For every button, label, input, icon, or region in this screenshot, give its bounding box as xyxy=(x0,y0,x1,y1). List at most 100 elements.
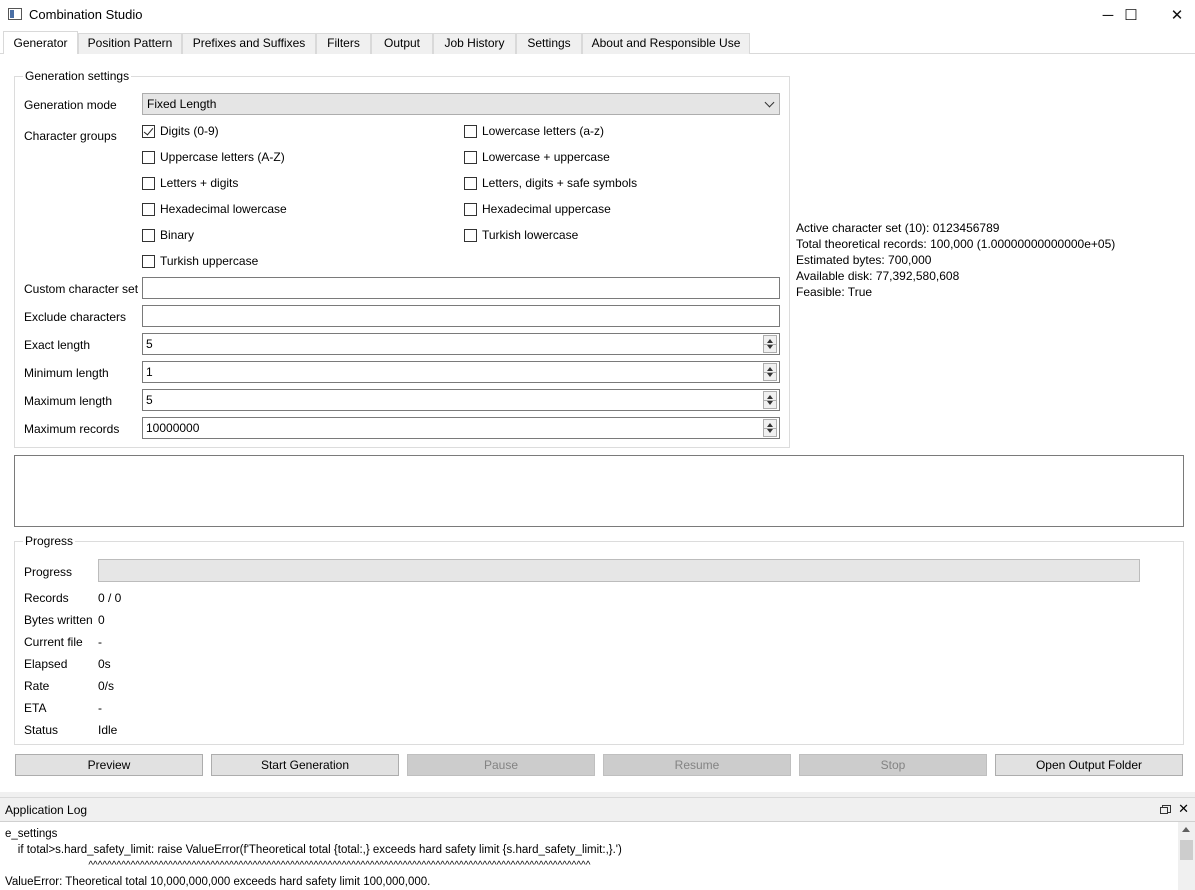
custom-charset-label: Custom character set xyxy=(24,282,139,296)
checkbox-box[interactable] xyxy=(142,150,155,164)
checkbox-label: Letters, digits + safe symbols xyxy=(482,176,638,190)
generation-mode-select[interactable]: Fixed Length xyxy=(142,93,780,115)
bytes-written-label: Bytes written xyxy=(24,613,93,627)
checkbox-hex-upper[interactable]: Hexadecimal uppercase xyxy=(464,202,611,216)
preview-button[interactable]: Preview xyxy=(15,754,203,776)
spin-up-icon[interactable] xyxy=(767,339,773,343)
spin-down-icon[interactable] xyxy=(767,401,773,405)
exclude-chars-input[interactable] xyxy=(142,305,780,327)
checkbox-lower-upper[interactable]: Lowercase + uppercase xyxy=(464,150,610,164)
checkbox-box[interactable] xyxy=(464,202,477,216)
checkbox-turkish-upper[interactable]: Turkish uppercase xyxy=(142,254,258,268)
spin-down-icon[interactable] xyxy=(767,429,773,433)
generation-settings-title: Generation settings xyxy=(23,69,132,83)
checkbox-letters-digits[interactable]: Letters + digits xyxy=(142,176,238,190)
spin-up-icon[interactable] xyxy=(767,395,773,399)
generator-panel: Generation settings Generation mode Fixe… xyxy=(0,54,1195,792)
tab-about[interactable]: About and Responsible Use xyxy=(582,33,750,54)
exact-length-label: Exact length xyxy=(24,338,91,352)
feasible-text: Feasible: True xyxy=(796,285,873,299)
close-dock-icon[interactable]: ✕ xyxy=(1178,801,1189,817)
min-length-spinbox[interactable]: 1 xyxy=(142,361,780,383)
spin-up-icon[interactable] xyxy=(767,423,773,427)
chevron-down-icon xyxy=(764,97,775,108)
exact-length-value: 5 xyxy=(146,337,153,351)
preview-textarea[interactable] xyxy=(14,455,1184,527)
open-output-folder-button[interactable]: Open Output Folder xyxy=(995,754,1183,776)
checkbox-box[interactable] xyxy=(464,176,477,190)
tab-position-pattern[interactable]: Position Pattern xyxy=(78,33,182,54)
spin-up-icon[interactable] xyxy=(767,367,773,371)
elapsed-value: 0s xyxy=(98,657,111,671)
tab-settings[interactable]: Settings xyxy=(516,33,582,54)
progress-group-title: Progress xyxy=(23,534,76,548)
checkbox-box[interactable] xyxy=(142,254,155,268)
checkbox-label: Turkish uppercase xyxy=(160,254,259,268)
checkbox-box[interactable] xyxy=(142,202,155,216)
current-file-value: - xyxy=(98,635,102,649)
spinner-arrows[interactable] xyxy=(763,363,777,381)
log-line: if total>s.hard_safety_limit: raise Valu… xyxy=(5,844,622,856)
checkbox-box[interactable] xyxy=(464,228,477,242)
checkbox-label: Turkish lowercase xyxy=(482,228,579,242)
exact-length-spinbox[interactable]: 5 xyxy=(142,333,780,355)
spin-down-icon[interactable] xyxy=(767,373,773,377)
checkbox-hex-lower[interactable]: Hexadecimal lowercase xyxy=(142,202,287,216)
checkbox-box[interactable] xyxy=(142,228,155,242)
exclude-chars-label: Exclude characters xyxy=(24,310,127,324)
bytes-written-value: 0 xyxy=(98,613,105,627)
checkbox-box[interactable] xyxy=(464,150,477,164)
tab-generator[interactable]: Generator xyxy=(3,31,78,55)
generation-mode-value: Fixed Length xyxy=(147,97,217,111)
checkbox-box[interactable] xyxy=(142,124,155,138)
scroll-thumb[interactable] xyxy=(1180,840,1193,860)
checkbox-letters-digits-symbols[interactable]: Letters, digits + safe symbols xyxy=(464,176,637,190)
checkbox-label: Hexadecimal uppercase xyxy=(482,202,611,216)
estimate-info: Active character set (10): 0123456789 To… xyxy=(796,220,1115,300)
checkbox-label: Hexadecimal lowercase xyxy=(160,202,287,216)
checkbox-box[interactable] xyxy=(464,124,477,138)
elapsed-label: Elapsed xyxy=(24,657,68,671)
spinner-arrows[interactable] xyxy=(763,391,777,409)
tab-bar: Generator Position Pattern Prefixes and … xyxy=(0,30,1195,55)
spinner-arrows[interactable] xyxy=(763,335,777,353)
float-dock-icon[interactable] xyxy=(1160,805,1171,814)
total-records-text: Total theoretical records: 100,000 (1.00… xyxy=(796,237,1116,251)
window-title: Combination Studio xyxy=(29,7,143,22)
application-log-text[interactable]: e_settings if total>s.hard_safety_limit:… xyxy=(0,821,1195,890)
stop-button[interactable]: Stop xyxy=(799,754,987,776)
custom-charset-input[interactable] xyxy=(142,277,780,299)
progress-bar xyxy=(98,559,1140,582)
checkbox-digits[interactable]: Digits (0-9) xyxy=(142,124,219,138)
max-length-spinbox[interactable]: 5 xyxy=(142,389,780,411)
pause-button[interactable]: Pause xyxy=(407,754,595,776)
checkbox-turkish-lower[interactable]: Turkish lowercase xyxy=(464,228,578,242)
start-generation-button[interactable]: Start Generation xyxy=(211,754,399,776)
scroll-up-icon[interactable] xyxy=(1182,827,1190,832)
log-scrollbar[interactable] xyxy=(1178,822,1195,890)
tab-output[interactable]: Output xyxy=(371,33,433,54)
estimated-bytes-text: Estimated bytes: 700,000 xyxy=(796,253,932,267)
spinner-arrows[interactable] xyxy=(763,419,777,437)
character-groups-label: Character groups xyxy=(24,129,117,143)
spin-down-icon[interactable] xyxy=(767,345,773,349)
application-log-title: Application Log xyxy=(5,803,88,817)
checkbox-label: Lowercase letters (a-z) xyxy=(482,124,605,138)
title-bar: Combination Studio ─ ☐ ✕ xyxy=(0,0,1195,30)
checkbox-lowercase[interactable]: Lowercase letters (a-z) xyxy=(464,124,604,138)
checkbox-binary[interactable]: Binary xyxy=(142,228,194,242)
maximize-button[interactable]: ☐ xyxy=(1108,0,1154,30)
tab-filters[interactable]: Filters xyxy=(316,33,371,54)
tab-prefixes-suffixes[interactable]: Prefixes and Suffixes xyxy=(182,33,316,54)
log-line: ValueError: Theoretical total 10,000,000… xyxy=(5,876,431,888)
resume-button[interactable]: Resume xyxy=(603,754,791,776)
max-records-spinbox[interactable]: 10000000 xyxy=(142,417,780,439)
checkbox-uppercase[interactable]: Uppercase letters (A-Z) xyxy=(142,150,285,164)
progress-label: Progress xyxy=(24,565,73,579)
checkbox-box[interactable] xyxy=(142,176,155,190)
records-value: 0 / 0 xyxy=(98,591,122,605)
checkbox-label: Digits (0-9) xyxy=(160,124,219,138)
rate-value: 0/s xyxy=(98,679,115,693)
tab-job-history[interactable]: Job History xyxy=(433,33,516,54)
close-button[interactable]: ✕ xyxy=(1154,0,1195,30)
